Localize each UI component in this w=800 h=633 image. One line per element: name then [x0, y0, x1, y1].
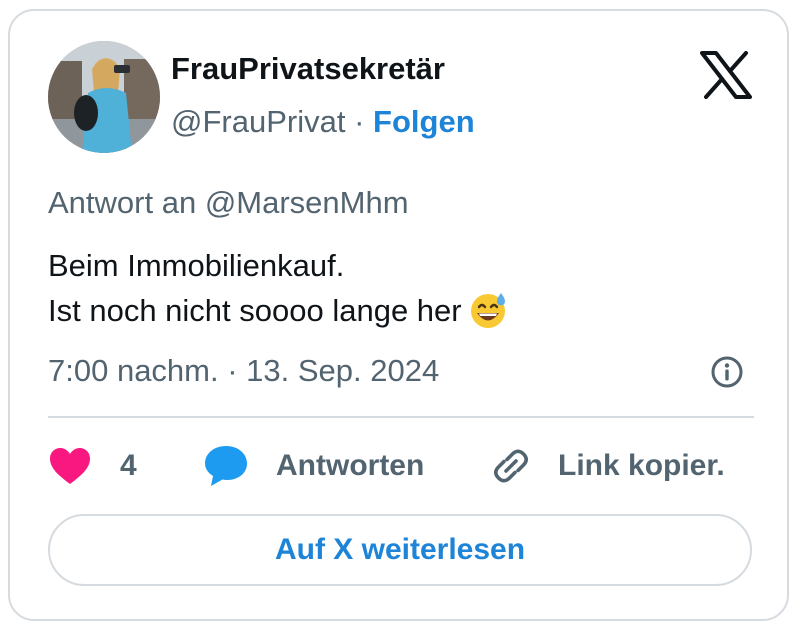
tweet-timestamp[interactable]: 7:00 nachm. · 13. Sep. 2024 [48, 353, 439, 389]
speech-bubble-icon [205, 446, 247, 486]
handle-separator: · [354, 104, 365, 139]
tweet-text-line: Beim Immobilienkauf. [48, 248, 345, 283]
author-handle[interactable]: @FrauPrivat [171, 104, 345, 139]
reply-prefix: Antwort an [48, 185, 197, 220]
avatar[interactable] [48, 41, 160, 153]
tweet-text: Beim Immobilienkauf. Ist noch nicht sooo… [48, 243, 508, 342]
reply-button[interactable]: Antworten [202, 441, 424, 491]
heart-icon [50, 448, 90, 484]
tweet-text-line-with-emoji: Ist noch nicht soooo lange her [48, 288, 508, 342]
tweet-embed-card: FrauPrivatsekretär @FrauPrivat · Folgen … [8, 9, 789, 621]
grinning-face-with-sweat-emoji [468, 290, 508, 342]
link-icon [493, 449, 529, 483]
like-button[interactable]: 4 [48, 441, 137, 491]
reply-to-handle[interactable]: @MarsenMhm [205, 185, 409, 220]
like-count: 4 [120, 449, 137, 482]
reply-label: Antworten [276, 449, 425, 482]
x-logo-icon[interactable] [700, 51, 752, 99]
avatar-photo [48, 41, 160, 153]
divider [48, 416, 754, 418]
copy-link-label: Link kopier. [558, 449, 725, 482]
copy-link-button[interactable]: Link kopier. [488, 441, 725, 491]
author-handle-line: @FrauPrivat · Folgen [171, 104, 475, 140]
author-display-name[interactable]: FrauPrivatsekretär [171, 51, 445, 87]
follow-button[interactable]: Folgen [373, 104, 475, 139]
tweet-text-line: Ist noch nicht soooo lange her [48, 293, 462, 328]
read-more-on-x-button[interactable]: Auf X weiterlesen [48, 514, 752, 586]
info-icon[interactable] [710, 355, 744, 389]
reply-context: Antwort an @MarsenMhm [48, 185, 409, 221]
